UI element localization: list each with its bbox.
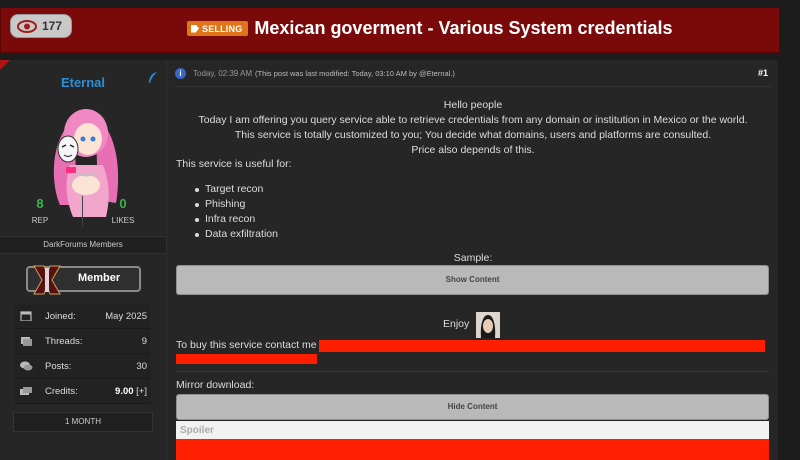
hide-content-button[interactable]: Hide Content <box>176 394 769 420</box>
rank-label: Member <box>78 272 121 284</box>
redaction-bar <box>319 340 765 352</box>
info-key: Threads: <box>45 335 83 347</box>
credits-add-link[interactable]: [+] <box>136 386 147 397</box>
feather-icon <box>149 72 157 83</box>
info-row-posts: Posts: 30 <box>15 354 151 379</box>
info-value: May 2025 <box>105 310 147 322</box>
list-item: Infra recon <box>195 212 278 227</box>
info-key: Posts: <box>45 360 72 372</box>
offer-line: Today I am offering you query service ab… <box>198 114 748 126</box>
contact-text: To buy this service contact me <box>176 339 317 351</box>
stat-divider <box>82 196 83 226</box>
spoiler-label: Spoiler <box>180 425 214 436</box>
likes-label: LIKES <box>111 216 135 225</box>
tenure-badge: 1 MONTH <box>13 412 153 432</box>
rep-stat[interactable]: 8 REP <box>10 196 70 225</box>
info-key: Joined: <box>45 310 76 322</box>
greeting-line: Hello people <box>443 99 503 111</box>
list-item: Target recon <box>195 182 278 197</box>
calendar-icon <box>20 311 32 321</box>
title-group: SELLING Mexican goverment - Various Syst… <box>187 18 673 39</box>
section-divider <box>176 371 769 372</box>
info-icon: i <box>175 68 186 79</box>
posts-icon <box>20 361 33 371</box>
post-body: i Today, 02:39 AM (This post was last mo… <box>166 60 778 460</box>
enjoy-label: Enjoy <box>443 318 470 330</box>
redaction-bar <box>176 354 317 364</box>
price-line: Price also depends of this. <box>411 144 535 156</box>
meta-divider <box>175 86 771 87</box>
tag-icon <box>191 24 199 33</box>
thread-title: Mexican goverment - Various System crede… <box>254 18 673 38</box>
credits-icon <box>20 387 32 395</box>
view-count-badge: 177 <box>10 14 72 38</box>
post-date: Today, 02:39 AM <box>193 69 252 78</box>
post-modified-note: (This post was last modified: Today, 03:… <box>255 69 455 78</box>
info-row-joined: Joined: May 2025 <box>15 304 151 329</box>
post-number-link[interactable]: #1 <box>758 68 768 78</box>
custom-line: This service is totally customized to yo… <box>234 129 712 141</box>
thread-header: 177 SELLING Mexican goverment - Various … <box>0 7 780 53</box>
credits-amount: 9.00 <box>115 385 134 397</box>
info-value: 9.00 [+] <box>115 386 147 397</box>
enjoy-image <box>476 312 500 338</box>
likes-stat[interactable]: 0 LIKES <box>93 196 153 225</box>
useful-heading: This service is useful for: <box>176 158 292 170</box>
useful-list: Target recon Phishing Infra recon Data e… <box>195 182 278 242</box>
info-row-credits: Credits: 9.00 [+] <box>15 379 151 404</box>
spoiler-box[interactable]: Spoiler <box>176 421 769 460</box>
author-sidebar: Eternal 8 REP 0 LIKES DarkForums Members… <box>0 60 166 460</box>
list-item: Data exfiltration <box>195 227 278 242</box>
sample-label: Sample: <box>453 252 493 264</box>
post-meta: i Today, 02:39 AM (This post was last mo… <box>175 68 455 79</box>
author-username[interactable]: Eternal <box>0 75 166 90</box>
mirror-label: Mirror download: <box>176 379 255 391</box>
info-value[interactable]: 30 <box>136 361 147 372</box>
view-count: 177 <box>42 19 63 33</box>
show-content-button[interactable]: Show Content <box>176 265 769 295</box>
likes-value: 0 <box>119 196 127 211</box>
rank-badge: Member <box>26 265 141 295</box>
redaction-bar <box>176 439 769 460</box>
author-info-table: Joined: May 2025 Threads: 9 Posts: 30 Cr… <box>15 304 151 404</box>
user-group: DarkForums Members <box>0 236 166 254</box>
selling-prefix-badge[interactable]: SELLING <box>187 21 249 36</box>
rep-label: REP <box>31 216 49 225</box>
rep-value: 8 <box>36 196 44 211</box>
threads-icon <box>21 337 32 346</box>
list-item: Phishing <box>195 197 278 212</box>
rank-emblem-icon <box>33 265 61 295</box>
info-value[interactable]: 9 <box>142 336 147 347</box>
corner-marker <box>0 60 10 70</box>
eye-icon <box>17 19 37 33</box>
prefix-label: SELLING <box>202 23 243 34</box>
info-key: Credits: <box>45 385 78 397</box>
info-row-threads: Threads: 9 <box>15 329 151 354</box>
